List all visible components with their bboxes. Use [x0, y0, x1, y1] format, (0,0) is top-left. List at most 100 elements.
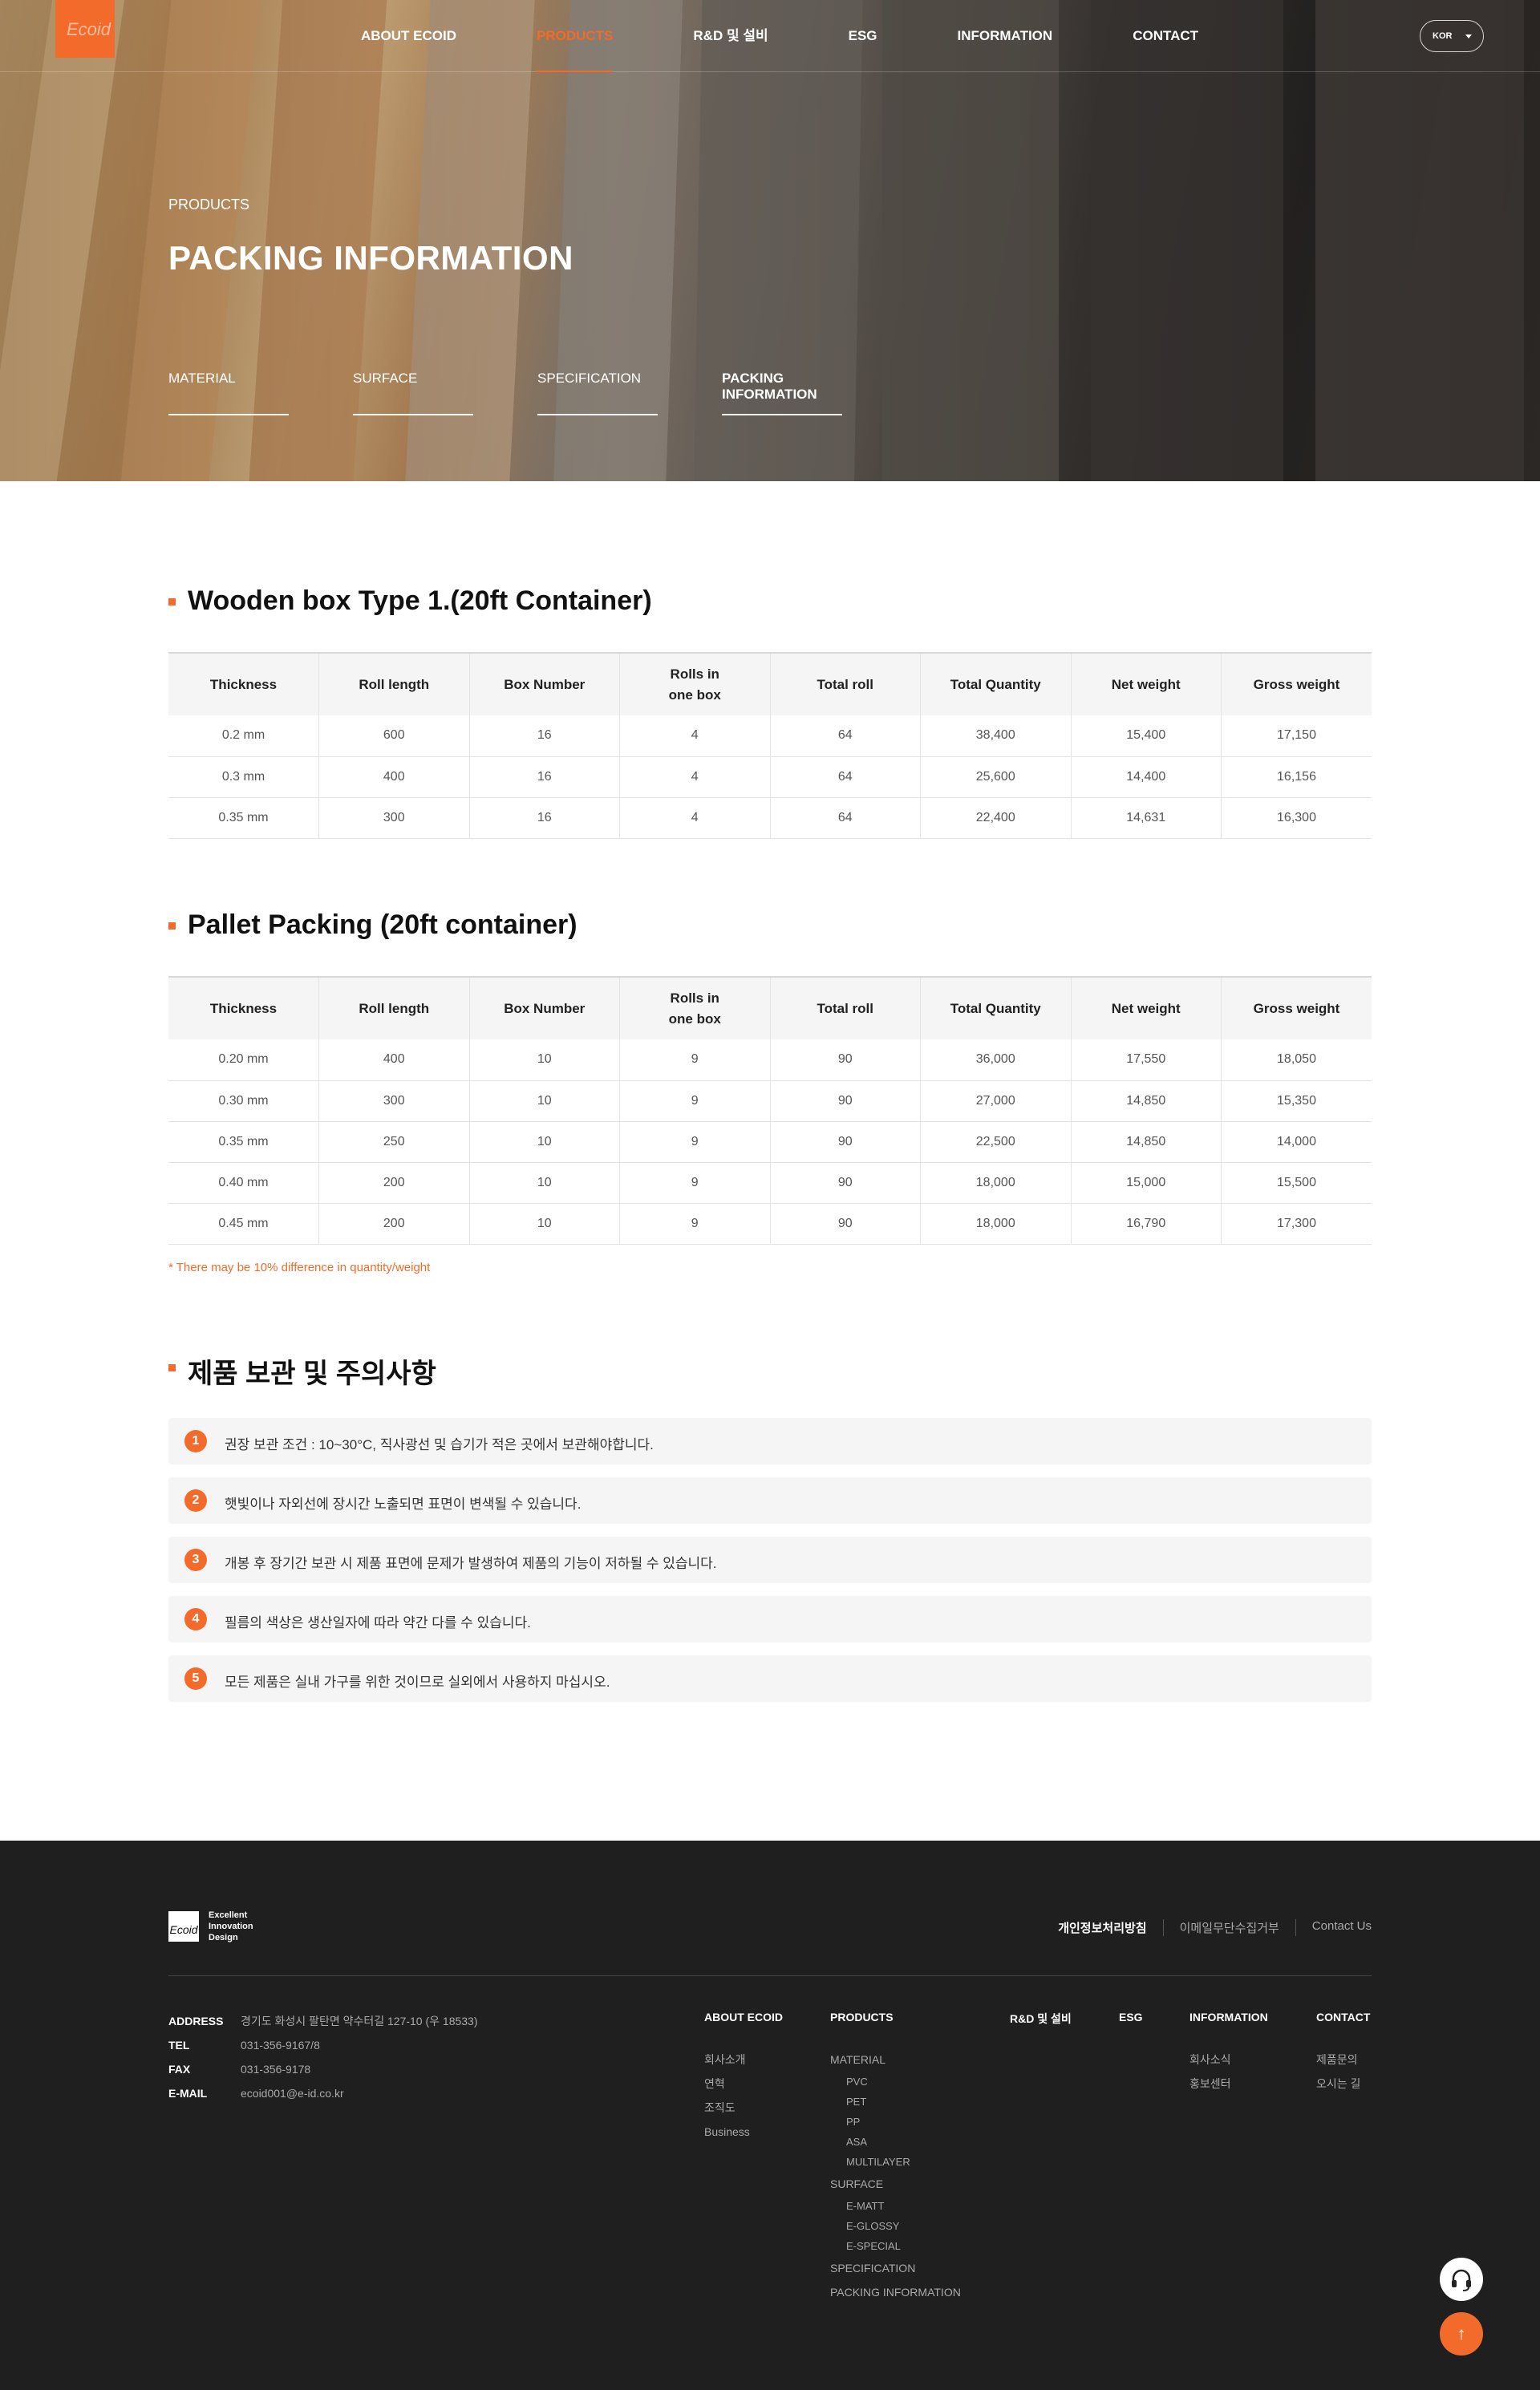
- col-total-roll: Total roll: [770, 976, 921, 1039]
- logo-line: Innovation: [209, 1922, 253, 1931]
- table-cell: 10: [469, 1121, 620, 1163]
- nav-information[interactable]: INFORMATION: [958, 0, 1053, 72]
- table-header-row: Thickness Roll length Box Number Rolls i…: [168, 976, 1372, 1039]
- logo-line: Excellent: [209, 1910, 248, 1920]
- sitemap-link[interactable]: 조직도: [704, 2096, 783, 2120]
- table-cell: 10: [469, 1203, 620, 1245]
- sitemap-information: INFORMATION 회사소식 홍보센터: [1189, 2011, 1268, 2096]
- footer-logo: Ecoid: [168, 1911, 199, 1942]
- sitemap-sublink[interactable]: PP: [830, 2112, 961, 2132]
- hero-category: PRODUCTS: [168, 196, 250, 213]
- sitemap-sublink[interactable]: E-GLOSSY: [830, 2216, 961, 2236]
- table-cell: 90: [770, 1121, 921, 1163]
- info-key: ADDRESS: [168, 2015, 224, 2027]
- caution-text: 권장 보관 조건 : 10~30°C, 직사광선 및 습기가 적은 곳에서 보관…: [225, 1437, 654, 1452]
- sitemap-link[interactable]: Business: [704, 2120, 783, 2144]
- table-cell: 4: [619, 715, 771, 757]
- hero-banner: Ecoid ABOUT ECOID PRODUCTS R&D 및 설비 ESG …: [0, 0, 1540, 481]
- tab-material[interactable]: MATERIAL: [168, 371, 289, 415]
- footer: Ecoid Excellent Innovation Design 개인정보처리…: [0, 1841, 1540, 2390]
- table-cell: 400: [318, 756, 470, 798]
- quantity-note: * There may be 10% difference in quantit…: [168, 1261, 431, 1274]
- sitemap-sublink[interactable]: ASA: [830, 2132, 961, 2152]
- table-cell: 9: [619, 1080, 771, 1122]
- contact-us-link[interactable]: Contact Us: [1295, 1919, 1372, 1936]
- pallet-packing-title: Pallet Packing (20ft container): [168, 909, 578, 941]
- email-refusal-link[interactable]: 이메일무단수집거부: [1162, 1919, 1295, 1936]
- nav-products[interactable]: PRODUCTS: [537, 0, 614, 72]
- sitemap-sublink[interactable]: PET: [830, 2092, 961, 2112]
- page-title: PACKING INFORMATION: [168, 239, 573, 277]
- footer-links: 개인정보처리방침 이메일무단수집거부 Contact Us: [1042, 1919, 1372, 1936]
- scroll-top-button[interactable]: ↑: [1440, 2312, 1483, 2356]
- sitemap-heading[interactable]: CONTACT: [1316, 2011, 1370, 2023]
- language-select[interactable]: KOR: [1420, 20, 1484, 52]
- sitemap-sublink[interactable]: E-SPECIAL: [830, 2236, 961, 2256]
- global-nav: ABOUT ECOID PRODUCTS R&D 및 설비 ESG INFORM…: [0, 0, 1540, 72]
- sitemap-sublink[interactable]: PVC: [830, 2072, 961, 2092]
- sitemap-link[interactable]: 제품문의: [1316, 2048, 1370, 2072]
- sitemap-heading[interactable]: ABOUT ECOID: [704, 2011, 783, 2023]
- sitemap-link[interactable]: 홍보센터: [1189, 2072, 1268, 2096]
- table-cell: 200: [318, 1162, 470, 1204]
- info-value: ecoid001@e-id.co.kr: [241, 2087, 344, 2100]
- sitemap-contact: CONTACT 제품문의 오시는 길: [1316, 2011, 1370, 2096]
- tab-specification[interactable]: SPECIFICATION: [537, 371, 658, 415]
- table-cell: 15,500: [1221, 1162, 1372, 1204]
- table-cell: 16,300: [1221, 797, 1372, 839]
- sitemap-heading[interactable]: INFORMATION: [1189, 2011, 1268, 2023]
- caution-number: 1: [184, 1430, 207, 1452]
- table-cell: 27,000: [920, 1080, 1072, 1122]
- nav-contact[interactable]: CONTACT: [1133, 0, 1198, 72]
- table-row: 0.40 mm 200 10 9 90 18,000 15,000 15,500: [168, 1162, 1372, 1204]
- col-box-number: Box Number: [469, 976, 620, 1039]
- table-cell: 16: [469, 715, 620, 757]
- caution-text: 필름의 색상은 생산일자에 따라 약간 다를 수 있습니다.: [225, 1615, 531, 1630]
- table-cell: 14,400: [1071, 756, 1222, 798]
- table-cell: 10: [469, 1162, 620, 1204]
- sitemap-sublink[interactable]: E-MATT: [830, 2196, 961, 2216]
- tab-packing-information[interactable]: PACKING INFORMATION: [722, 371, 842, 415]
- sitemap-heading[interactable]: R&D 및 설비: [1010, 2011, 1072, 2027]
- sitemap-link[interactable]: SPECIFICATION: [830, 2256, 961, 2280]
- sitemap-link[interactable]: MATERIAL: [830, 2048, 961, 2072]
- caution-item: 4 필름의 색상은 생산일자에 따라 약간 다를 수 있습니다.: [168, 1596, 1372, 1643]
- table-cell: 200: [318, 1203, 470, 1245]
- col-thickness: Thickness: [168, 976, 319, 1039]
- info-key: E-MAIL: [168, 2087, 208, 2100]
- headset-icon: [1452, 2269, 1471, 2291]
- col-gross-weight: Gross weight: [1221, 976, 1372, 1039]
- caution-item: 3 개봉 후 장기간 보관 시 제품 표면에 문제가 발생하여 제품의 기능이 저…: [168, 1537, 1372, 1583]
- wooden-box-table: Thickness Roll length Box Number Rolls i…: [168, 652, 1372, 839]
- sitemap-link[interactable]: SURFACE: [830, 2172, 961, 2196]
- col-total-quantity: Total Quantity: [920, 652, 1072, 715]
- table-cell: 0.30 mm: [168, 1080, 319, 1122]
- info-key: TEL: [168, 2039, 190, 2052]
- sitemap-heading[interactable]: PRODUCTS: [830, 2011, 961, 2023]
- table-header-row: Thickness Roll length Box Number Rolls i…: [168, 652, 1372, 715]
- col-rolls-in-box: Rolls in one box: [619, 976, 771, 1039]
- col-gross-weight: Gross weight: [1221, 652, 1372, 715]
- sitemap-link[interactable]: 연혁: [704, 2072, 783, 2096]
- sitemap-sublink[interactable]: MULTILAYER: [830, 2152, 961, 2172]
- table-cell: 400: [318, 1039, 470, 1081]
- table-cell: 18,000: [920, 1162, 1072, 1204]
- table-cell: 14,000: [1221, 1121, 1372, 1163]
- table-cell: 17,550: [1071, 1039, 1222, 1081]
- caution-text: 모든 제품은 실내 가구를 위한 것이므로 실외에서 사용하지 마십시오.: [225, 1675, 610, 1690]
- sitemap-link[interactable]: PACKING INFORMATION: [830, 2280, 961, 2304]
- table-cell: 0.35 mm: [168, 1121, 319, 1163]
- sitemap-link[interactable]: 회사소개: [704, 2048, 783, 2072]
- nav-esg[interactable]: ESG: [849, 0, 877, 72]
- col-roll-length: Roll length: [318, 976, 470, 1039]
- sitemap-link[interactable]: 회사소식: [1189, 2048, 1268, 2072]
- nav-rnd[interactable]: R&D 및 설비: [693, 0, 768, 72]
- tab-surface[interactable]: SURFACE: [353, 371, 473, 415]
- table-cell: 38,400: [920, 715, 1072, 757]
- storage-title: 제품 보관 및 주의사항: [168, 1351, 436, 1391]
- nav-about[interactable]: ABOUT ECOID: [361, 0, 456, 72]
- sitemap-heading[interactable]: ESG: [1119, 2011, 1143, 2023]
- privacy-policy-link[interactable]: 개인정보처리방침: [1042, 1919, 1162, 1936]
- sitemap-link[interactable]: 오시는 길: [1316, 2072, 1370, 2096]
- customer-service-button[interactable]: [1440, 2258, 1483, 2301]
